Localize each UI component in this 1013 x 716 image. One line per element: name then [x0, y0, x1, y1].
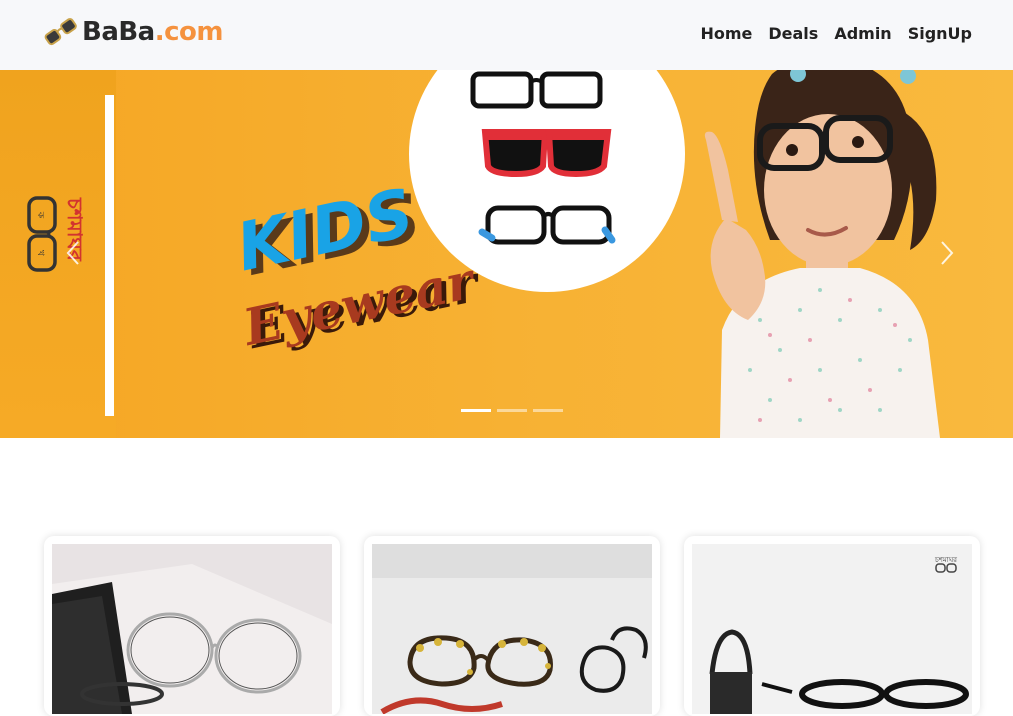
nav-link-deals[interactable]: Deals	[768, 24, 818, 43]
product-card[interactable]	[364, 536, 660, 716]
nav-link-admin[interactable]: Admin	[834, 24, 891, 43]
sunglasses-logo-icon	[44, 18, 77, 46]
svg-text:ক: ক	[35, 211, 45, 219]
carousel-indicator-3[interactable]	[533, 409, 563, 412]
product-image-round-frames[interactable]	[52, 544, 332, 714]
navbar: BaBa.com Home Deals Admin SignUp	[0, 0, 1013, 70]
brand-domain: .com	[154, 17, 224, 47]
carousel-indicator-1[interactable]	[461, 409, 491, 412]
carousel-next-button[interactable]	[936, 238, 956, 268]
chevron-left-icon	[66, 241, 79, 265]
hero-carousel: ক খ চশমাঘর KIDS KIDS Eyewear Eyewear	[0, 70, 1013, 438]
hero-banner-image: ক খ চশমাঘর KIDS KIDS Eyewear Eyewear	[0, 70, 1013, 438]
carousel-indicator-2[interactable]	[497, 409, 527, 412]
nav-link-signup[interactable]: SignUp	[908, 24, 972, 43]
carousel-prev-button[interactable]	[64, 238, 84, 268]
nav-link-home[interactable]: Home	[700, 24, 752, 43]
product-card[interactable]: চশমাঘর	[684, 536, 980, 716]
chevron-right-icon	[941, 241, 954, 265]
product-image-dark-frames[interactable]: চশমাঘর	[692, 544, 972, 714]
carousel-indicators	[461, 409, 563, 412]
card-watermark-text: চশমাঘর	[934, 556, 957, 564]
product-image-tortoise-frames[interactable]	[372, 544, 652, 714]
brand-logo-link[interactable]: BaBa.com	[44, 14, 223, 50]
product-card[interactable]	[44, 536, 340, 716]
brand-name: BaBa.com	[82, 17, 223, 47]
nav-links: Home Deals Admin SignUp	[700, 24, 972, 43]
